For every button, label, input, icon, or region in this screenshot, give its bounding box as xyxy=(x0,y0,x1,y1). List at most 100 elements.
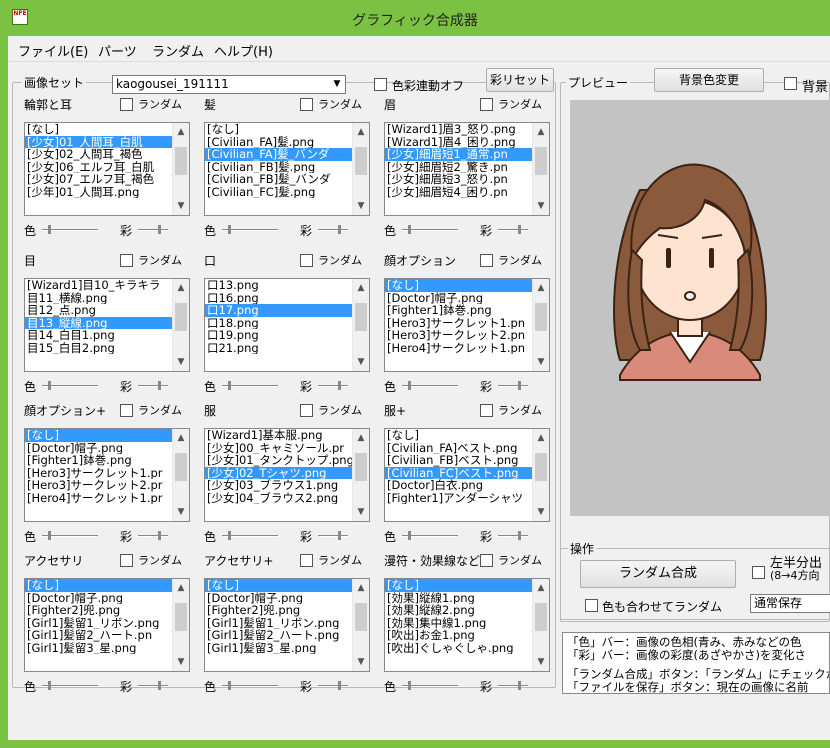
sat-slider-track[interactable] xyxy=(498,685,528,687)
scroll-thumb[interactable] xyxy=(535,603,547,631)
list-item[interactable]: [Girl1]髪留2_ハート.png xyxy=(205,629,369,642)
hue-slider-thumb[interactable] xyxy=(228,381,231,390)
chevron-down-icon[interactable]: ▼ xyxy=(329,76,345,93)
list-item[interactable]: [効果]縦線2.png xyxy=(385,604,549,617)
random-checkbox[interactable] xyxy=(300,98,313,111)
scroll-down-icon[interactable]: ▼ xyxy=(173,505,189,519)
list-item[interactable]: [Doctor]帽子.png xyxy=(25,592,189,605)
scroll-down-icon[interactable]: ▼ xyxy=(353,355,369,369)
hue-slider-thumb[interactable] xyxy=(48,531,51,540)
scroll-up-icon[interactable]: ▲ xyxy=(353,581,369,595)
scroll-up-icon[interactable]: ▲ xyxy=(533,125,549,139)
hue-slider-thumb[interactable] xyxy=(48,381,51,390)
sat-slider-track[interactable] xyxy=(318,229,348,231)
left-half-checkbox[interactable] xyxy=(752,566,765,579)
sat-slider-track[interactable] xyxy=(138,535,168,537)
sat-slider-track[interactable] xyxy=(318,535,348,537)
hue-slider-thumb[interactable] xyxy=(408,681,411,690)
part-listbox[interactable]: [Wizard1]基本服.png [少女]00_キャミソール.pr [少女]01_タ… xyxy=(204,428,370,522)
scroll-up-icon[interactable]: ▲ xyxy=(533,581,549,595)
list-item[interactable]: 口13.png xyxy=(205,279,369,292)
random-checkbox[interactable] xyxy=(300,404,313,417)
scroll-down-icon[interactable]: ▼ xyxy=(533,655,549,669)
sat-slider-thumb[interactable] xyxy=(158,681,161,690)
scroll-thumb[interactable] xyxy=(535,453,547,481)
scroll-down-icon[interactable]: ▼ xyxy=(173,199,189,213)
scroll-down-icon[interactable]: ▼ xyxy=(533,199,549,213)
list-item[interactable]: 目11_横線.png xyxy=(25,292,189,305)
list-item[interactable]: [なし] xyxy=(25,579,189,592)
list-item[interactable]: [吹出]ぐしゃぐしゃ.png xyxy=(385,642,549,655)
hue-slider-thumb[interactable] xyxy=(408,225,411,234)
random-checkbox[interactable] xyxy=(120,404,133,417)
list-item[interactable]: [少女]細眉短1_通常.pn xyxy=(385,148,549,161)
part-listbox[interactable]: [なし] [Doctor]帽子.png [Fighter2]兜.png [Girl1]… xyxy=(24,578,190,672)
part-listbox[interactable]: [Wizard1]目10_キラキラ 目11_横線.png 目12_点.png 目13_… xyxy=(24,278,190,372)
list-item[interactable]: [少女]細眉短3_怒り.pn xyxy=(385,173,549,186)
list-item[interactable]: [Fighter2]兜.png xyxy=(205,604,369,617)
list-item[interactable]: [Fighter1]鉢巻.png xyxy=(25,454,189,467)
part-listbox[interactable]: 口13.png 口16.png 口17.png 口18.png 口19.png 口21.p… xyxy=(204,278,370,372)
list-item[interactable]: [Civilian_FC]ベスト.png xyxy=(385,466,549,479)
list-item[interactable]: 口16.png xyxy=(205,292,369,305)
menu-random[interactable]: ランダム xyxy=(152,41,204,60)
scroll-thumb[interactable] xyxy=(535,303,547,331)
part-listbox[interactable]: [なし] [Doctor]帽子.png [Fighter1]鉢巻.png [Hero3… xyxy=(24,428,190,522)
list-item[interactable]: 目14_白目1.png xyxy=(25,329,189,342)
scroll-up-icon[interactable]: ▲ xyxy=(173,581,189,595)
list-item[interactable]: [Civilian_FB]髪.png xyxy=(205,161,369,174)
list-item[interactable]: [少年]01_人間耳.png xyxy=(25,186,189,199)
scroll-up-icon[interactable]: ▲ xyxy=(353,281,369,295)
list-item[interactable]: 口21.png xyxy=(205,342,369,355)
list-item[interactable]: [Civilian_FB]髪_バンダ xyxy=(205,173,369,186)
random-checkbox[interactable] xyxy=(120,98,133,111)
hue-slider-thumb[interactable] xyxy=(228,225,231,234)
part-listbox[interactable]: [Wizard1]眉3_怒り.png [Wizard1]眉4_困り.png [少女]… xyxy=(384,122,550,216)
scroll-thumb[interactable] xyxy=(355,453,367,481)
list-item[interactable]: [Hero3]サークレット2.pn xyxy=(385,329,549,342)
list-item[interactable]: [Civilian_FA]ベスト.png xyxy=(385,442,549,455)
list-item[interactable]: [少女]02_Tシャツ.png xyxy=(205,466,369,479)
list-item[interactable]: [少女]00_キャミソール.pr xyxy=(205,442,369,455)
sat-slider-track[interactable] xyxy=(318,685,348,687)
list-item[interactable]: [Wizard1]眉3_怒り.png xyxy=(385,123,549,136)
sat-slider-thumb[interactable] xyxy=(518,225,521,234)
scroll-up-icon[interactable]: ▲ xyxy=(533,431,549,445)
scroll-thumb[interactable] xyxy=(175,603,187,631)
list-item[interactable]: [なし] xyxy=(205,579,369,592)
list-item[interactable]: 目13_縦線.png xyxy=(25,316,189,329)
menu-help[interactable]: ヘルプ(H) xyxy=(214,41,273,60)
scrollbar[interactable]: ▲ ▼ xyxy=(532,279,549,371)
list-item[interactable]: [少女]03_ブラウス1.png xyxy=(205,479,369,492)
scroll-thumb[interactable] xyxy=(175,147,187,175)
list-item[interactable]: [Fighter2]兜.png xyxy=(25,604,189,617)
sat-slider-track[interactable] xyxy=(138,685,168,687)
random-checkbox[interactable] xyxy=(300,554,313,567)
list-item[interactable]: [なし] xyxy=(25,123,189,136)
sat-slider-track[interactable] xyxy=(138,385,168,387)
scrollbar[interactable]: ▲ ▼ xyxy=(352,429,369,521)
list-item[interactable]: [Girl1]髪留2_ハート.pn xyxy=(25,629,189,642)
scrollbar[interactable]: ▲ ▼ xyxy=(532,429,549,521)
list-item[interactable]: 口19.png xyxy=(205,329,369,342)
sat-slider-thumb[interactable] xyxy=(518,681,521,690)
list-item[interactable]: [Girl1]髪留1_リボン.png xyxy=(25,617,189,630)
list-item[interactable]: [少女]02_人間耳_褐色 xyxy=(25,148,189,161)
list-item[interactable]: 目15_白目2.png xyxy=(25,342,189,355)
sat-slider-thumb[interactable] xyxy=(518,531,521,540)
scrollbar[interactable]: ▲ ▼ xyxy=(172,579,189,671)
list-item[interactable]: [なし] xyxy=(25,429,189,442)
list-item[interactable]: [Hero3]サークレット1.pr xyxy=(25,467,189,480)
list-item[interactable]: [なし] xyxy=(205,123,369,136)
image-set-combo[interactable]: kaogousei_191111 ▼ xyxy=(112,75,346,94)
scroll-down-icon[interactable]: ▼ xyxy=(353,655,369,669)
part-listbox[interactable]: [なし] [Doctor]帽子.png [Fighter2]兜.png [Girl1]… xyxy=(204,578,370,672)
list-item[interactable]: [Civilian_FB]ベスト.png xyxy=(385,454,549,467)
list-item[interactable]: [Doctor]帽子.png xyxy=(385,292,549,305)
sat-slider-thumb[interactable] xyxy=(158,225,161,234)
list-item[interactable]: [Wizard1]眉4_困り.png xyxy=(385,136,549,149)
part-listbox[interactable]: [なし] [Civilian_FA]髪.png [Civilian_FA]髪_バンダ… xyxy=(204,122,370,216)
part-listbox[interactable]: [なし] [Doctor]帽子.png [Fighter1]鉢巻.png [Hero3… xyxy=(384,278,550,372)
hue-slider-thumb[interactable] xyxy=(228,531,231,540)
hue-slider-thumb[interactable] xyxy=(48,681,51,690)
